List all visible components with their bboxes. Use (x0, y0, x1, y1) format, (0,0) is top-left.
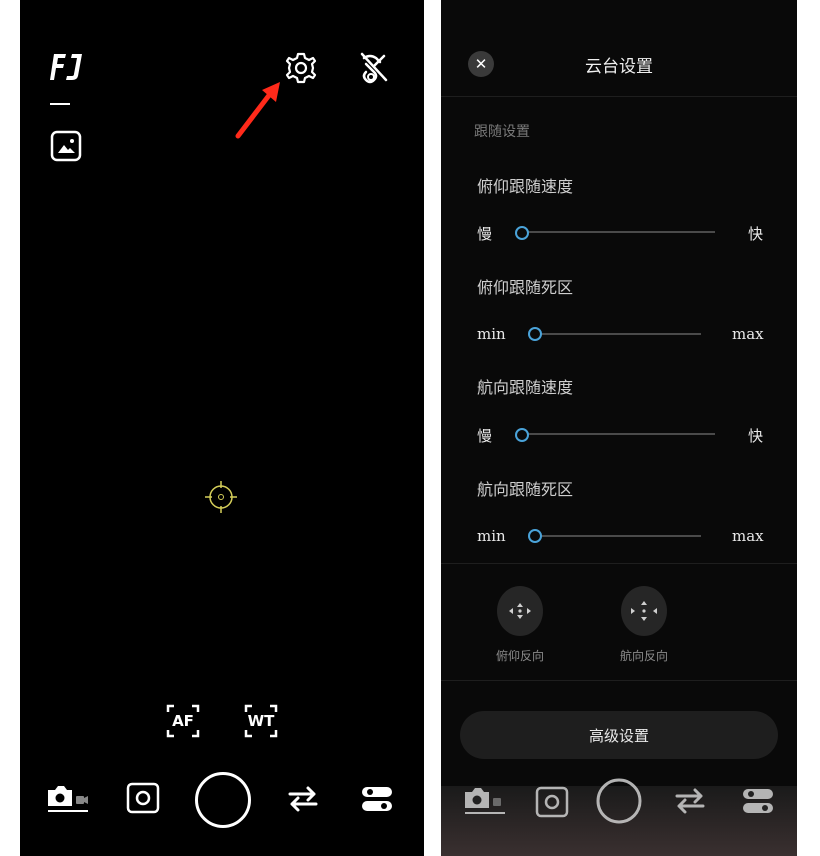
slider-max-label: max (732, 527, 764, 545)
switch-camera-icon (675, 788, 705, 814)
switch-camera-icon[interactable] (286, 784, 320, 814)
slider-min-label: min (477, 325, 506, 343)
wide-tele-label: WT (247, 712, 275, 730)
slider-max-label: 快 (748, 427, 764, 445)
pan-deadzone-label: 航向跟随死区 (477, 480, 574, 499)
section-label: 跟随设置 (474, 124, 530, 140)
slider-min-label: min (477, 527, 506, 545)
gimbal-settings-panel: ✕ 云台设置 跟随设置 俯仰跟随速度 慢 快 俯仰跟随死区 min max 航向… (441, 0, 797, 856)
square-record-icon (535, 786, 569, 818)
page-title: 云台设置 (585, 57, 653, 77)
focus-reticle-icon (205, 481, 237, 513)
slider-min-label: 慢 (477, 427, 493, 445)
slider-thumb[interactable] (515, 226, 529, 240)
fj-logo-icon (50, 54, 82, 80)
pan-reverse-label: 航向反向 (619, 649, 668, 663)
gallery-icon[interactable] (50, 130, 82, 162)
slider-thumb[interactable] (528, 529, 542, 543)
panel-header: ✕ 云台设置 (441, 0, 797, 97)
toggles-icon[interactable] (360, 784, 394, 814)
slider-thumb[interactable] (528, 327, 542, 341)
slider-max-label: 快 (748, 225, 764, 243)
settings-gear-icon[interactable] (283, 50, 319, 86)
pan-speed-slider[interactable] (517, 433, 715, 435)
divider (441, 563, 797, 564)
stabilizer-off-icon[interactable] (358, 50, 390, 86)
camera-mode-icon[interactable] (46, 784, 90, 814)
pan-speed-label: 航向跟随速度 (477, 378, 574, 397)
tilt-reverse-button[interactable] (497, 586, 543, 636)
slider-thumb[interactable] (515, 428, 529, 442)
pan-reverse-icon (631, 601, 657, 621)
annotation-arrow-icon (235, 82, 280, 139)
shutter-button[interactable] (195, 772, 251, 828)
camera-mode-icon (465, 788, 505, 814)
tilt-speed-label: 俯仰跟随速度 (477, 177, 574, 196)
slider-max-label: max (732, 325, 764, 343)
pan-reverse-button[interactable] (621, 586, 667, 636)
mode-indicator (50, 103, 70, 105)
tilt-deadzone-label: 俯仰跟随死区 (477, 278, 574, 297)
advanced-settings-button[interactable]: 高级设置 (460, 711, 778, 759)
tilt-reverse-icon (509, 603, 531, 619)
autofocus-button[interactable]: AF (166, 704, 200, 738)
wide-tele-button[interactable]: WT (244, 704, 278, 738)
camera-screen: AF WT (20, 0, 424, 856)
divider (441, 680, 797, 681)
toggles-icon (743, 789, 773, 813)
pan-deadzone-slider[interactable] (531, 535, 701, 537)
autofocus-label: AF (172, 712, 194, 730)
slider-min-label: 慢 (477, 225, 493, 243)
tilt-speed-slider[interactable] (517, 231, 715, 233)
bottom-toolbar-dimmed (441, 778, 797, 856)
tilt-deadzone-slider[interactable] (531, 333, 701, 335)
tilt-reverse-label: 俯仰反向 (495, 649, 544, 663)
square-record-icon[interactable] (126, 782, 160, 814)
shutter-icon (596, 778, 642, 824)
